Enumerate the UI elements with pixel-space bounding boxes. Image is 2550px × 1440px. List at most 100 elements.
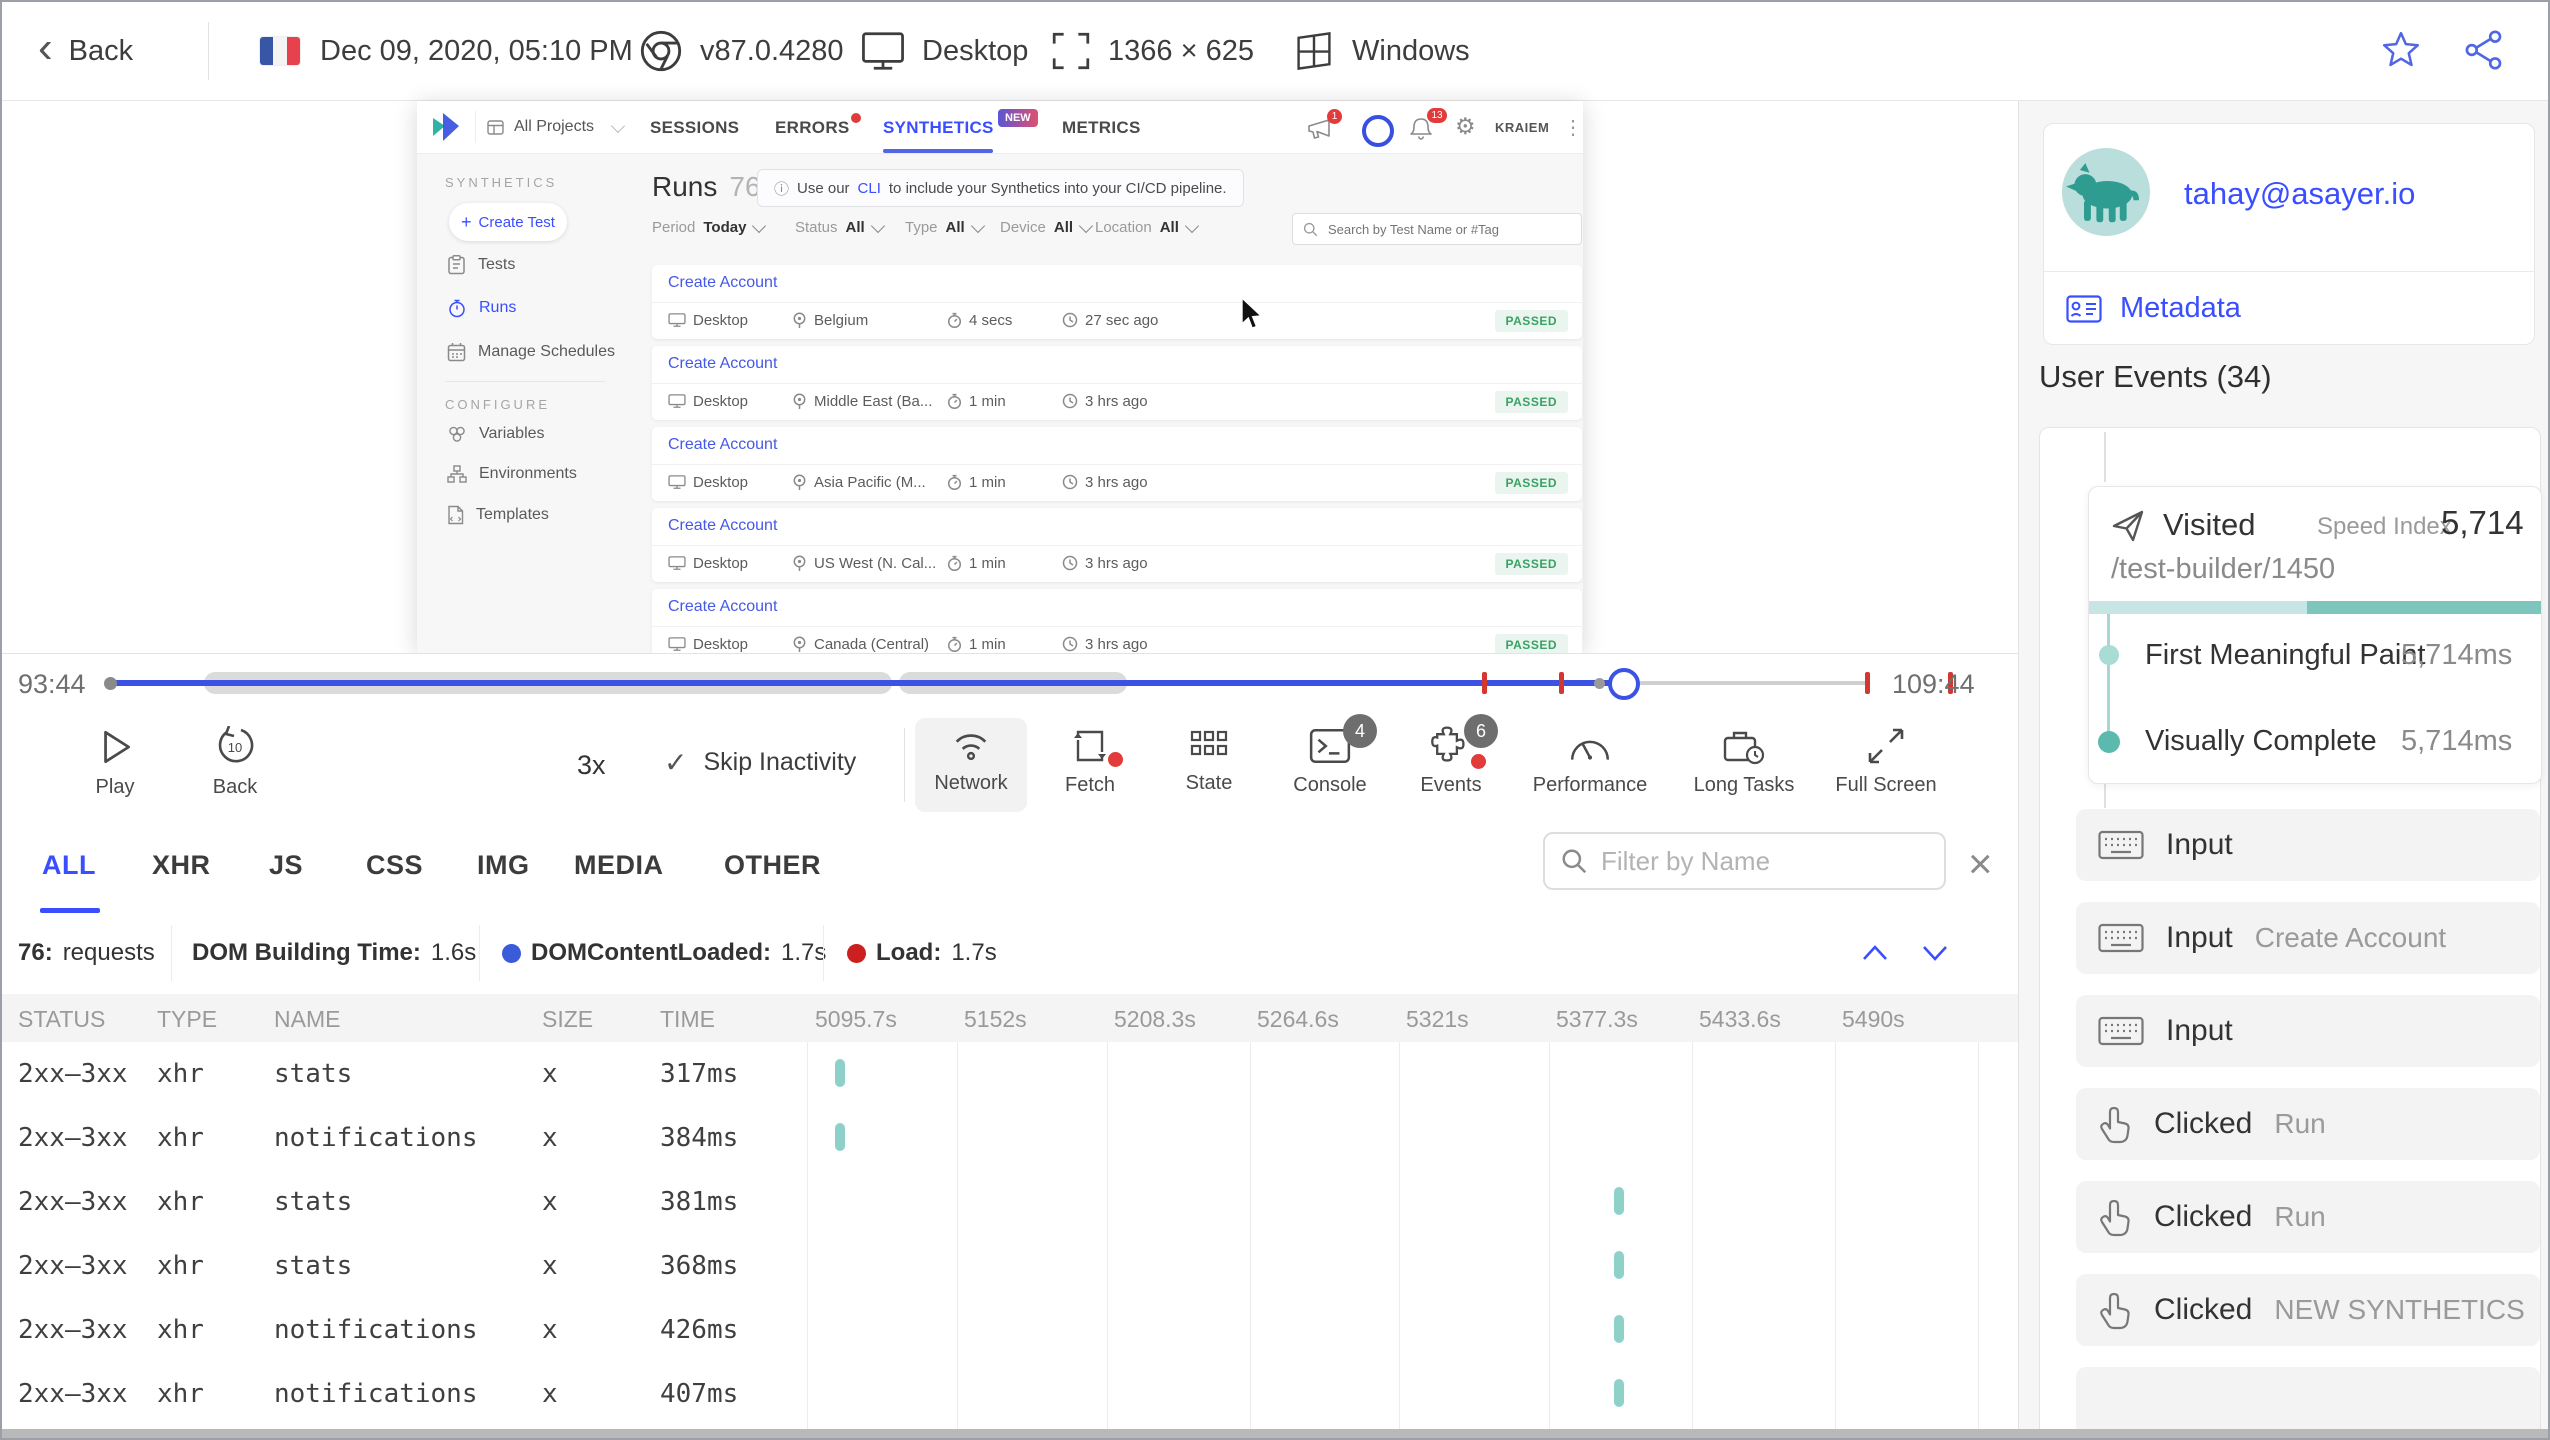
metadata-button[interactable]: Metadata xyxy=(2066,292,2241,325)
col-size[interactable]: SIZE xyxy=(542,1006,593,1033)
run-name-link[interactable]: Create Account xyxy=(668,355,777,373)
timeline-event-dot xyxy=(1594,678,1605,689)
error-marker[interactable] xyxy=(1865,672,1870,694)
visually-complete-dot xyxy=(2098,731,2120,753)
network-summary-bar: 76: requests DOM Building Time: 1.6s DOMCo… xyxy=(2,913,2018,995)
events-panel-button[interactable]: Events 6 xyxy=(1376,714,1526,797)
run-name-link[interactable]: Create Account xyxy=(668,274,777,292)
overflow-menu-icon[interactable]: ⋮ xyxy=(1563,115,1583,140)
favorite-star-icon[interactable] xyxy=(2380,30,2422,72)
tab-js[interactable]: JS xyxy=(269,850,303,881)
full-screen-button[interactable]: Full Screen xyxy=(1811,726,1961,797)
runs-search-box[interactable] xyxy=(1292,213,1582,245)
network-filter-input[interactable] xyxy=(1599,844,1903,878)
event-item-input[interactable]: Input Create Account xyxy=(2076,902,2540,974)
network-row[interactable]: 2xx–3xx xhr stats x 368ms xyxy=(2,1234,2018,1298)
long-tasks-panel-button[interactable]: Long Tasks xyxy=(1669,726,1819,797)
runs-search-input[interactable] xyxy=(1326,220,1560,238)
event-item-partial[interactable] xyxy=(2076,1367,2540,1438)
tab-css[interactable]: CSS xyxy=(366,850,423,881)
col-t6: 5433.6s xyxy=(1699,1006,1781,1032)
event-connector xyxy=(2104,782,2106,808)
app-tab-metrics[interactable]: METRICS xyxy=(1062,118,1141,138)
announcements-badge: 1 xyxy=(1327,109,1342,124)
col-status[interactable]: STATUS xyxy=(18,1006,105,1033)
status-badge: PASSED xyxy=(1494,310,1568,332)
network-row[interactable]: 2xx–3xx xhr stats x 317ms xyxy=(2,1042,2018,1106)
fetch-alert-dot xyxy=(1108,752,1123,767)
network-row[interactable]: 2xx–3xx xhr notifications x 426ms xyxy=(2,1298,2018,1362)
performance-panel-button[interactable]: Performance xyxy=(1515,726,1665,797)
event-item-input[interactable]: Input xyxy=(2076,995,2540,1067)
synthetics-new-badge: NEW xyxy=(998,109,1038,127)
error-marker[interactable] xyxy=(1482,672,1487,694)
filter-device[interactable]: Device All xyxy=(1000,218,1094,236)
visited-event-card[interactable]: Visited Speed Index 5,714 /test-builder/… xyxy=(2088,486,2542,784)
filter-device-value: All xyxy=(1053,219,1074,236)
run-card[interactable]: Create Account Desktop US West (N. Cal..… xyxy=(652,508,1582,582)
close-panel-icon[interactable]: × xyxy=(1968,840,1993,888)
filter-location-label: Location xyxy=(1095,219,1152,236)
event-item-clicked[interactable]: Clicked Run xyxy=(2076,1088,2540,1160)
col-time[interactable]: TIME xyxy=(660,1006,715,1033)
filter-period[interactable]: Period Today xyxy=(652,218,767,236)
filter-type[interactable]: Type All xyxy=(905,218,985,236)
event-item-clicked[interactable]: Clicked Run xyxy=(2076,1181,2540,1253)
error-marker[interactable] xyxy=(1559,672,1564,694)
device-group: Desktop xyxy=(860,2,1028,100)
speed-toggle[interactable]: 3x xyxy=(577,750,606,781)
jump-prev-icon[interactable] xyxy=(1860,941,1890,965)
playhead-handle[interactable] xyxy=(1608,668,1640,700)
network-row[interactable]: 2xx–3xx xhr notifications x 407ms xyxy=(2,1362,2018,1426)
user-card: tahay@asayer.io Metadata xyxy=(2043,123,2535,345)
event-item-clicked[interactable]: Clicked NEW SYNTHETICS xyxy=(2076,1274,2540,1346)
keyboard-icon xyxy=(2098,923,2144,953)
desktop-icon xyxy=(668,393,686,408)
banner-cli-link[interactable]: CLI xyxy=(858,180,881,197)
run-name-link[interactable]: Create Account xyxy=(668,436,777,454)
network-filter-box[interactable] xyxy=(1543,832,1946,890)
back-button[interactable]: ‹ Back xyxy=(38,2,133,100)
visually-complete-value: 5,714ms xyxy=(2401,725,2513,757)
network-row[interactable]: 2xx–3xx xhr stats x 381ms xyxy=(2,1170,2018,1234)
tab-media[interactable]: MEDIA xyxy=(574,850,664,881)
tab-xhr[interactable]: XHR xyxy=(152,850,211,881)
app-tab-sessions[interactable]: SESSIONS xyxy=(650,118,739,138)
performance-gauge-icon xyxy=(1570,740,1610,760)
project-selector[interactable]: All Projects xyxy=(487,101,594,153)
run-card[interactable]: Create Account Desktop Canada (Central) … xyxy=(652,589,1582,653)
clock-icon xyxy=(1062,312,1078,328)
settings-gear-icon[interactable]: ⚙ xyxy=(1455,113,1476,140)
app-tab-errors[interactable]: ERRORS xyxy=(775,118,850,138)
app-user-name[interactable]: KRAIEM xyxy=(1495,120,1549,135)
col-type[interactable]: TYPE xyxy=(157,1006,217,1033)
network-row[interactable]: 2xx–3xx xhr notifications x 384ms xyxy=(2,1106,2018,1170)
stopwatch-icon xyxy=(947,555,962,571)
tab-all[interactable]: ALL xyxy=(42,850,96,881)
run-device: Desktop xyxy=(668,552,748,574)
app-tab-synthetics[interactable]: SYNTHETICS xyxy=(883,118,994,138)
request-waterfall-bar xyxy=(835,1123,845,1151)
jump-next-icon[interactable] xyxy=(1920,941,1950,965)
horizontal-scrollbar[interactable] xyxy=(2,1429,2548,1438)
skip-inactivity-toggle[interactable]: ✓ Skip Inactivity xyxy=(664,746,856,779)
events-scroll-container[interactable]: Visited Speed Index 5,714 /test-builder/… xyxy=(2039,427,2542,1438)
top-bar: ‹ Back Dec 09, 2020, 05:10 PM v87.0.4280… xyxy=(2,2,2548,101)
tab-other[interactable]: OTHER xyxy=(724,850,821,881)
share-icon[interactable] xyxy=(2464,30,2504,70)
user-email-link[interactable]: tahay@asayer.io xyxy=(2184,176,2415,212)
dom-building-time: DOM Building Time: 1.6s xyxy=(192,939,477,966)
tab-img[interactable]: IMG xyxy=(477,850,530,881)
col-name[interactable]: NAME xyxy=(274,1006,340,1033)
filter-status[interactable]: Status All xyxy=(795,218,885,236)
fmp-value: 5,714ms xyxy=(2401,639,2513,671)
back-10s-button[interactable]: 10 Back xyxy=(160,726,310,799)
run-card[interactable]: Create Account Desktop Asia Pacific (M..… xyxy=(652,427,1582,501)
run-card[interactable]: Create Account Desktop Middle East (Ba..… xyxy=(652,346,1582,420)
run-card[interactable]: Create Account Desktop Belgium 4 secs 27… xyxy=(652,265,1582,339)
filter-location[interactable]: Location All xyxy=(1095,218,1199,236)
long-tasks-briefcase-icon xyxy=(1723,731,1765,765)
event-item-input[interactable]: Input xyxy=(2076,809,2540,881)
run-name-link[interactable]: Create Account xyxy=(668,598,777,616)
run-name-link[interactable]: Create Account xyxy=(668,517,777,535)
